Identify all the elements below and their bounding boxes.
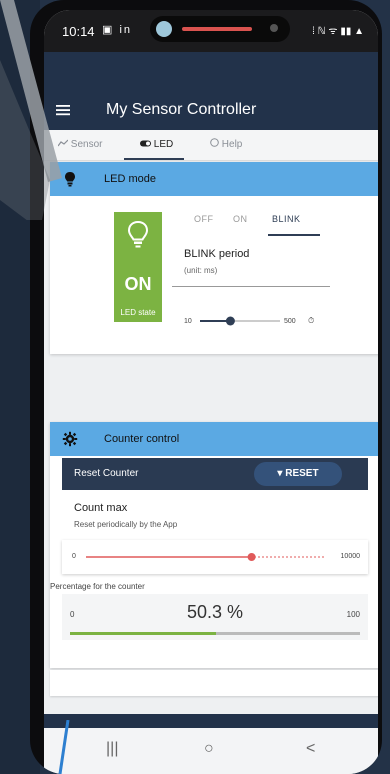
app-bar: My Sensor Controller [44,90,378,130]
count-max-slider-card: 0 10000 [62,540,368,574]
percentage-max: 100 [346,610,360,619]
tab-led[interactable]: LED [140,130,173,160]
phone-screen: 10:14 ▣ in ⁞ ℕ ᯤ ▮▮ ▲ My Sensor Controll… [44,10,378,774]
bottom-band [44,714,378,728]
status-signal-icons: ⁞ ℕ ᯤ ▮▮ ▲ [312,26,364,37]
reset-counter-row: Reset Counter ▾ RESET [62,458,368,490]
blink-period-slider[interactable] [200,314,280,328]
tab-help-label: Help [221,139,243,150]
led-mode-header: LED mode [50,162,378,196]
tab-led-label: LED [153,139,174,150]
app-title: My Sensor Controller [106,101,257,118]
mode-off-option[interactable]: OFF [194,214,214,224]
led-state-label: LED state [120,308,156,317]
count-max-max: 10000 [340,553,360,560]
help-icon [210,138,219,147]
counter-control-title: Counter control [104,433,180,445]
led-mode-card: LED mode ON LED state OFF ON BLINK BLINK… [50,162,378,354]
led-state-value: ON [124,274,152,294]
status-notification-icons: ▣ in [102,24,133,36]
sensor-dot [270,24,278,32]
counter-control-card: Counter control Reset Counter ▾ RESET Co… [50,422,378,668]
blink-period-unit: (unit: ms) [184,266,218,275]
percentage-card: 0 50.3 % 100 [62,594,368,640]
app-top-band [44,52,378,90]
counter-control-header: Counter control [50,422,378,456]
percentage-progress-fill [70,632,216,635]
notch-indicator [182,27,252,31]
blink-slider-max: 500 [284,318,296,325]
stylus-line [58,720,70,774]
count-max-subtitle: Reset periodically by the App [74,520,178,529]
lightbulb-outline-icon [127,220,149,248]
phone-frame: 10:14 ▣ in ⁞ ℕ ᯤ ▮▮ ▲ My Sensor Controll… [30,0,382,774]
bottom-card [50,670,378,696]
gear-icon [62,431,78,447]
mode-blink-option[interactable]: BLINK [272,214,301,224]
cable-overlay [0,0,62,220]
system-nav-bar: ||| ○ < [44,728,378,774]
led-state-indicator: ON LED state [114,212,162,322]
recents-button[interactable]: ||| [106,740,118,758]
tab-bar: Sensor LED Help [44,130,378,161]
count-max-slider[interactable] [86,550,326,564]
camera-icon [156,21,172,37]
blink-period-title: BLINK period [184,248,250,260]
reset-button[interactable]: ▾ RESET [254,462,342,486]
blink-slider-min: 10 [184,318,192,325]
reset-counter-label: Reset Counter [74,468,139,479]
home-button[interactable]: ○ [204,740,214,758]
percentage-label: Percentage for the counter [50,582,145,591]
percentage-value: 50.3 % [186,602,244,622]
tab-active-indicator [124,158,184,160]
percentage-progress-track [70,632,360,635]
blink-period-divider [172,286,330,287]
count-max-min: 0 [72,553,76,560]
back-button[interactable]: < [306,740,315,758]
mode-selected-indicator [268,234,320,236]
tab-help[interactable]: Help [210,130,242,160]
status-bar: 10:14 ▣ in ⁞ ℕ ᯤ ▮▮ ▲ [44,10,378,52]
mode-on-option[interactable]: ON [233,214,248,224]
led-mode-title: LED mode [104,173,156,185]
timer-icon[interactable]: ⏱ [308,316,314,326]
count-max-title: Count max [74,502,128,514]
toggle-icon [140,140,151,147]
